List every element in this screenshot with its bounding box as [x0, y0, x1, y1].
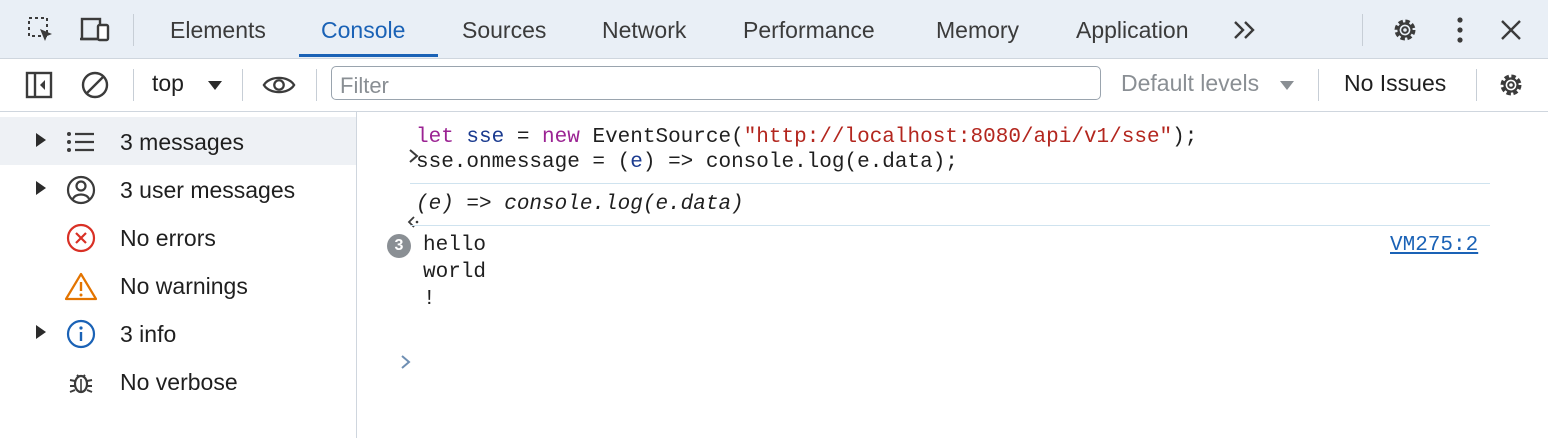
- console-input-line: let sse = new EventSource("http://localh…: [416, 126, 1197, 149]
- sidebar-item-verbose[interactable]: No verbose: [0, 357, 356, 405]
- console-settings-gear-icon[interactable]: [1494, 68, 1528, 102]
- settings-gear-icon[interactable]: [1388, 13, 1422, 47]
- error-icon: [64, 221, 98, 255]
- toolbar-divider: [133, 14, 134, 46]
- sidebar-item-label: No warnings: [120, 273, 248, 299]
- close-icon[interactable]: [1494, 13, 1528, 47]
- sidebar-item-label: 3 messages: [120, 129, 245, 155]
- code-text: =: [504, 126, 543, 149]
- tab-memory[interactable]: Memory: [936, 0, 1019, 58]
- list-icon: [64, 125, 98, 159]
- warning-icon: [64, 269, 98, 303]
- log-levels-dropdown[interactable]: Default levels: [1121, 70, 1259, 97]
- sidebar-toggle-icon[interactable]: [22, 68, 56, 102]
- code-string: "http://localhost:8080/api/v1/sse": [743, 126, 1173, 149]
- message-divider: [410, 183, 1490, 184]
- device-toolbar-icon[interactable]: [78, 13, 112, 47]
- toolbar-divider: [242, 69, 243, 101]
- tab-console[interactable]: Console: [321, 0, 405, 58]
- tab-elements[interactable]: Elements: [170, 0, 266, 58]
- code-text: ) => console.log(e.data);: [642, 151, 958, 174]
- source-location-link[interactable]: VM275:2: [1390, 234, 1478, 257]
- sidebar-item-errors[interactable]: No errors: [0, 213, 356, 261]
- clear-console-icon[interactable]: [78, 68, 112, 102]
- sidebar-item-label: 3 info: [120, 321, 177, 347]
- sidebar-item-label: No errors: [120, 225, 216, 251]
- code-keyword: let: [416, 126, 454, 149]
- code-text: sse.onmessage = (: [416, 151, 631, 174]
- sidebar-item-info[interactable]: 3 info: [0, 309, 356, 357]
- console-sidebar: 3 messages 3 user messages No errors No …: [0, 112, 357, 438]
- code-variable: sse: [466, 126, 505, 149]
- console-prompt-icon[interactable]: [381, 334, 413, 395]
- log-line: world: [423, 261, 487, 284]
- console-input-line: sse.onmessage = (e) => console.log(e.dat…: [416, 151, 958, 174]
- issues-counter[interactable]: No Issues: [1344, 70, 1446, 97]
- code-variable: e: [630, 151, 643, 174]
- levels-dropdown-arrow-icon[interactable]: [1270, 68, 1304, 102]
- console-result[interactable]: (e) => console.log(e.data): [416, 193, 744, 216]
- expand-arrow-icon[interactable]: [36, 325, 46, 339]
- sidebar-item-user-messages[interactable]: 3 user messages: [0, 165, 356, 213]
- more-tabs-icon[interactable]: [1228, 13, 1262, 47]
- tab-network[interactable]: Network: [602, 0, 686, 58]
- bug-icon: [64, 365, 98, 399]
- message-divider: [410, 225, 1490, 226]
- code-text: );: [1172, 126, 1198, 149]
- toolbar-divider: [133, 69, 134, 101]
- devtools-tabbar: Elements Console Sources Network Perform…: [0, 0, 1548, 59]
- inspect-element-icon[interactable]: [24, 13, 58, 47]
- filter-input[interactable]: Filter: [331, 66, 1101, 100]
- sidebar-item-messages[interactable]: 3 messages: [0, 117, 356, 165]
- tab-performance[interactable]: Performance: [743, 0, 875, 58]
- console-toolbar: top Filter Default levels No Issues: [0, 59, 1548, 112]
- code-keyword: new: [542, 126, 580, 149]
- more-options-icon[interactable]: [1443, 13, 1477, 47]
- sidebar-item-warnings[interactable]: No warnings: [0, 261, 356, 309]
- tab-application[interactable]: Application: [1076, 0, 1189, 58]
- dropdown-arrow-icon[interactable]: [198, 68, 232, 102]
- tab-sources[interactable]: Sources: [462, 0, 546, 58]
- expand-arrow-icon[interactable]: [36, 181, 46, 195]
- log-line: hello: [423, 234, 487, 257]
- repeat-count-badge: 3: [387, 234, 411, 258]
- live-expression-eye-icon[interactable]: [262, 68, 296, 102]
- code-text: EventSource(: [579, 126, 744, 149]
- sidebar-item-label: No verbose: [120, 369, 238, 395]
- sidebar-item-label: 3 user messages: [120, 177, 296, 203]
- log-line: !: [423, 288, 436, 311]
- toolbar-divider: [316, 69, 317, 101]
- context-selector[interactable]: top: [152, 70, 184, 97]
- expand-arrow-icon[interactable]: [36, 133, 46, 147]
- active-tab-indicator: [299, 54, 438, 57]
- user-icon: [64, 173, 98, 207]
- info-icon: [64, 317, 98, 351]
- toolbar-divider: [1476, 69, 1477, 101]
- toolbar-divider: [1362, 14, 1363, 46]
- toolbar-divider: [1318, 69, 1319, 101]
